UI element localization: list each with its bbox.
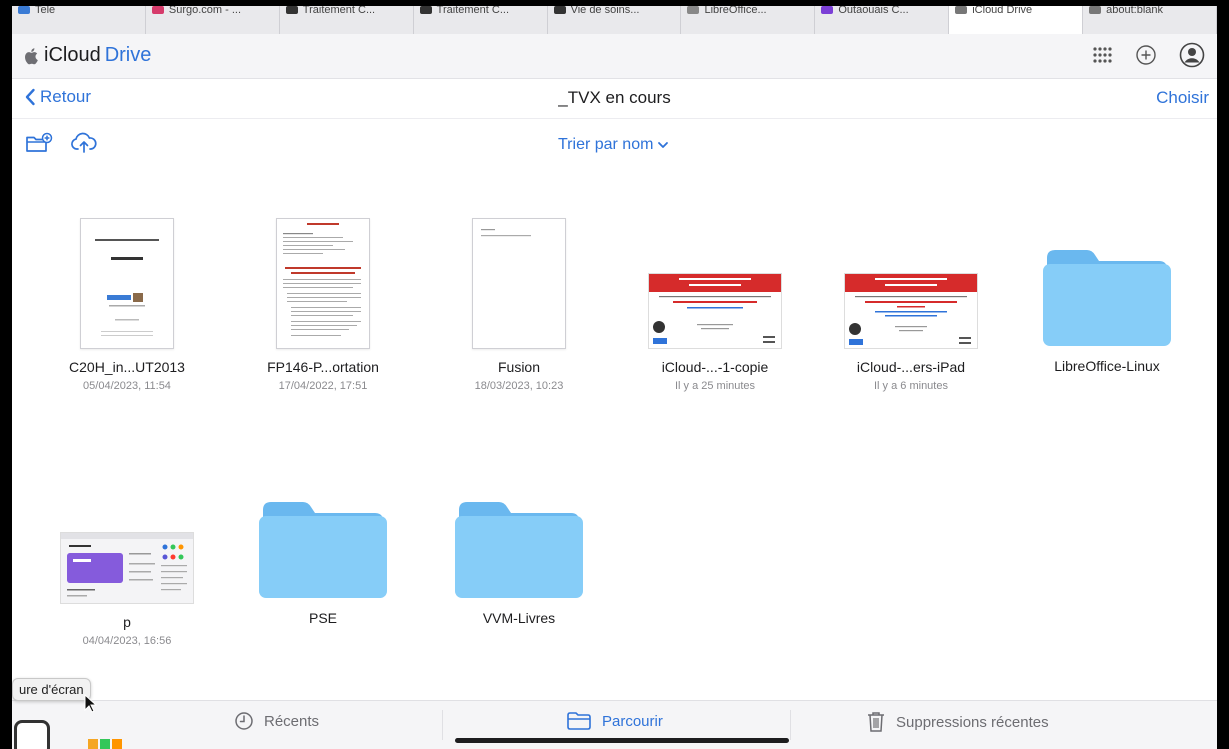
tab-label: Traitement C... [302,6,376,16]
file-name: C20H_in...UT2013 [69,359,185,375]
folder-icon [1041,244,1173,348]
tab-label: Traitement C... [436,6,510,16]
browser-tab-1[interactable]: Tele [12,6,146,34]
browser-tab-strip: Tele Surgo.com - ... Traitement C... Tra… [12,6,1217,35]
folder-item[interactable]: VVM-Livres [434,496,604,626]
browser-tab-2[interactable]: Surgo.com - ... [146,6,280,34]
new-folder-icon[interactable] [25,132,53,154]
clock-icon [235,712,253,730]
tab-favicon [285,6,298,14]
browser-tab-6[interactable]: LibreOffice... [681,6,816,34]
screenshot-thumbnail [60,532,194,604]
file-name: iCloud-...ers-iPad [856,359,966,375]
folder-name: PSE [308,610,337,626]
folder-item[interactable]: PSE [238,496,408,626]
account-icon[interactable] [1179,42,1205,68]
sort-by-name-button[interactable]: Trier par nom [558,136,669,154]
folder-icon [567,712,591,730]
ipad-screen: Tele Surgo.com - ... Traitement C... Tra… [12,6,1217,749]
tab-favicon [553,6,566,14]
file-date: 18/03/2023, 10:23 [474,380,564,392]
trash-icon [868,712,884,732]
tab-label: Tele [35,6,56,16]
tab-label: LibreOffice... [704,6,767,16]
tab-label: Surgo.com - ... [168,6,242,16]
brand-drive-text: Drive [104,44,152,66]
browser-tab-8[interactable]: iCloud Drive [949,6,1084,34]
dock-app-icon [100,739,110,749]
file-item[interactable]: p 04/04/2023, 16:56 [42,496,212,647]
folder-title: _TVX en cours [558,88,671,107]
file-name: iCloud-...-1-copie [661,359,769,375]
folder-icon [453,496,585,600]
file-name: p [123,614,131,630]
file-date: 17/04/2022, 17:51 [278,380,368,392]
folder-item[interactable]: LibreOffice-Linux [1022,218,1192,374]
navigation-bar: Retour _TVX en cours Choisir [12,78,1217,119]
document-thumbnail [80,218,174,349]
document-thumbnail [472,218,566,349]
browser-tab-4[interactable]: Traitement C... [414,6,548,34]
dock-app-icons[interactable] [88,739,122,749]
add-circle-icon[interactable] [1135,44,1157,66]
tab-favicon [18,6,30,14]
browser-tab-7[interactable]: Outaouais C... [815,6,950,34]
file-item[interactable]: iCloud-...ers-iPad Il y a 6 minutes [826,218,996,392]
tab-favicon [151,6,164,14]
dock-app-icon [112,739,122,749]
tab-favicon [419,6,432,14]
toolbar: Trier par nom [12,118,1217,172]
folder-name: VVM-Livres [482,610,556,626]
tab-label: Suppressions récentes [896,713,1049,731]
slide-thumbnail [648,273,782,349]
tab-recents[interactable]: Récents [234,711,319,731]
folder-icon [257,496,389,600]
apps-grid-icon[interactable] [1091,44,1113,66]
file-date: Il y a 25 minutes [674,380,756,392]
tab-favicon [1089,6,1102,14]
file-date: 05/04/2023, 11:54 [83,380,171,392]
tab-divider [442,710,443,740]
file-item[interactable]: iCloud-...-1-copie Il y a 25 minutes [630,218,800,392]
tab-label: about:blank [1106,6,1164,16]
browser-tab-5[interactable]: Vie de soins... [548,6,682,34]
tab-label: Récents [264,712,320,730]
brand-icloud-text: iCloud [44,44,101,66]
tab-label: Vie de soins... [570,6,640,16]
tab-label: Parcourir [602,712,663,730]
tab-favicon [687,6,700,14]
icloud-drive-logo: iCloud Drive [24,44,151,67]
home-indicator[interactable] [455,738,789,743]
tab-label: Outaouais C... [838,6,909,16]
slide-thumbnail [844,273,978,349]
choose-button[interactable]: Choisir [1156,88,1209,108]
upload-icon[interactable] [70,132,98,154]
tab-favicon [821,6,834,14]
file-item[interactable]: FP146-P...ortation 17/04/2022, 17:51 [238,218,408,392]
chevron-down-icon [658,142,669,148]
file-name: Fusion [497,359,541,375]
browser-tab-3[interactable]: Traitement C... [280,6,414,34]
file-name: FP146-P...ortation [267,359,379,375]
dock-app-icon [88,739,98,749]
screenshot-tooltip: ure d'écran [12,678,91,701]
file-item[interactable]: Fusion 18/03/2023, 10:23 [434,218,604,392]
file-item[interactable]: C20H_in...UT2013 05/04/2023, 11:54 [42,218,212,392]
tab-favicon [955,6,968,14]
tab-browse[interactable]: Parcourir [566,711,663,731]
apple-icon [25,47,38,64]
sort-label: Trier par nom [558,136,654,153]
folder-name: LibreOffice-Linux [1054,358,1160,374]
document-thumbnail [276,218,370,349]
browser-tab-9[interactable]: about:blank [1083,6,1217,34]
app-header: iCloud Drive [12,34,1217,79]
tab-divider [790,710,791,740]
screenshot-tool-icon[interactable] [14,720,50,749]
tab-recently-deleted[interactable]: Suppressions récentes [866,711,1049,733]
tab-label: iCloud Drive [972,6,1033,16]
mouse-cursor-icon [84,694,98,713]
file-date: 04/04/2023, 16:56 [82,635,172,647]
file-date: Il y a 6 minutes [874,380,948,392]
